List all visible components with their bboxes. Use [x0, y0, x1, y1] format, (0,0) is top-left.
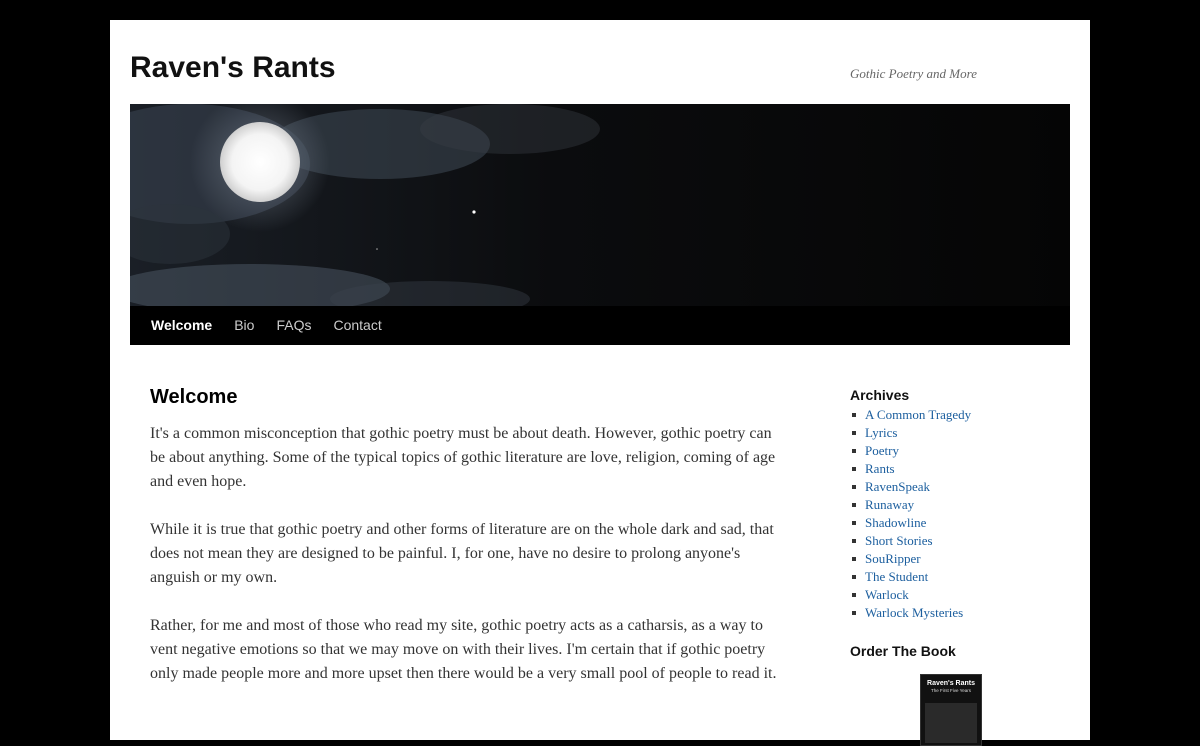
archive-link-a-common-tragedy[interactable]: A Common Tragedy — [865, 407, 971, 422]
content-paragraph: While it is true that gothic poetry and … — [150, 521, 774, 586]
archive-item: The Student — [850, 568, 1050, 586]
main-content: Welcome It's a common misconception that… — [150, 384, 790, 710]
bullet-icon — [852, 485, 856, 489]
archive-item: Runaway — [850, 496, 1050, 514]
page-wrapper: Raven's Rants Gothic Poetry and More Wel… — [110, 20, 1090, 746]
archives-title: Archives — [850, 387, 910, 403]
content-paragraph: It's a common misconception that gothic … — [150, 425, 776, 490]
bullet-icon — [852, 557, 856, 561]
archive-item: RavenSpeak — [850, 478, 1050, 496]
archive-link-lyrics[interactable]: Lyrics — [865, 425, 898, 440]
order-book-title: Order The Book — [850, 643, 956, 659]
page-title: Welcome — [150, 386, 238, 408]
archive-item: Poetry — [850, 442, 1050, 460]
archive-link-the-student[interactable]: The Student — [865, 569, 928, 584]
content-paragraph: Rather, for me and most of those who rea… — [150, 617, 777, 682]
archive-item: Warlock Mysteries — [850, 604, 1050, 622]
bullet-icon — [852, 431, 856, 435]
bullet-icon — [852, 449, 856, 453]
nav-item-faqs[interactable]: FAQs — [265, 306, 322, 345]
bullet-icon — [852, 539, 856, 543]
archive-link-warlock[interactable]: Warlock — [865, 587, 909, 602]
archive-link-runaway[interactable]: Runaway — [865, 497, 914, 512]
site-description: Gothic Poetry and More — [850, 66, 977, 81]
book-cover-art — [925, 703, 977, 743]
header-banner — [130, 104, 1070, 306]
archive-link-shadowline[interactable]: Shadowline — [865, 515, 926, 530]
archive-link-ravenspeak[interactable]: RavenSpeak — [865, 479, 930, 494]
archive-link-short-stories[interactable]: Short Stories — [865, 533, 933, 548]
bullet-icon — [852, 593, 856, 597]
nav-item-bio[interactable]: Bio — [223, 306, 265, 345]
night-sky-moon-image — [130, 104, 1070, 306]
bullet-icon — [852, 503, 856, 507]
nav-item-welcome[interactable]: Welcome — [140, 306, 223, 345]
nav-item-contact[interactable]: Contact — [322, 306, 392, 345]
archive-link-warlock-mysteries[interactable]: Warlock Mysteries — [865, 605, 963, 620]
archive-item: Shadowline — [850, 514, 1050, 532]
archive-item: A Common Tragedy — [850, 406, 1050, 424]
archive-item: Warlock — [850, 586, 1050, 604]
archive-link-rants[interactable]: Rants — [865, 461, 895, 476]
archives-list: A Common Tragedy Lyrics Poetry Rants Rav… — [850, 406, 1050, 622]
book-cover-title: Raven's Rants — [927, 680, 975, 687]
site-title[interactable]: Raven's Rants — [130, 50, 336, 86]
archive-item: Short Stories — [850, 532, 1050, 550]
archive-link-souripper[interactable]: SouRipper — [865, 551, 921, 566]
bullet-icon — [852, 467, 856, 471]
bullet-icon — [852, 413, 856, 417]
sidebar: Archives A Common Tragedy Lyrics Poetry … — [850, 386, 1050, 746]
book-cover-image[interactable]: Raven's Rants The First Five Years — [920, 674, 982, 746]
bullet-icon — [852, 611, 856, 615]
bullet-icon — [852, 521, 856, 525]
bullet-icon — [852, 575, 856, 579]
book-cover-subtitle: The First Five Years — [930, 688, 971, 693]
archive-item: SouRipper — [850, 550, 1050, 568]
archive-item: Rants — [850, 460, 1050, 478]
archive-item: Lyrics — [850, 424, 1050, 442]
archive-link-poetry[interactable]: Poetry — [865, 443, 899, 458]
main-navigation: Welcome Bio FAQs Contact — [130, 306, 1070, 345]
